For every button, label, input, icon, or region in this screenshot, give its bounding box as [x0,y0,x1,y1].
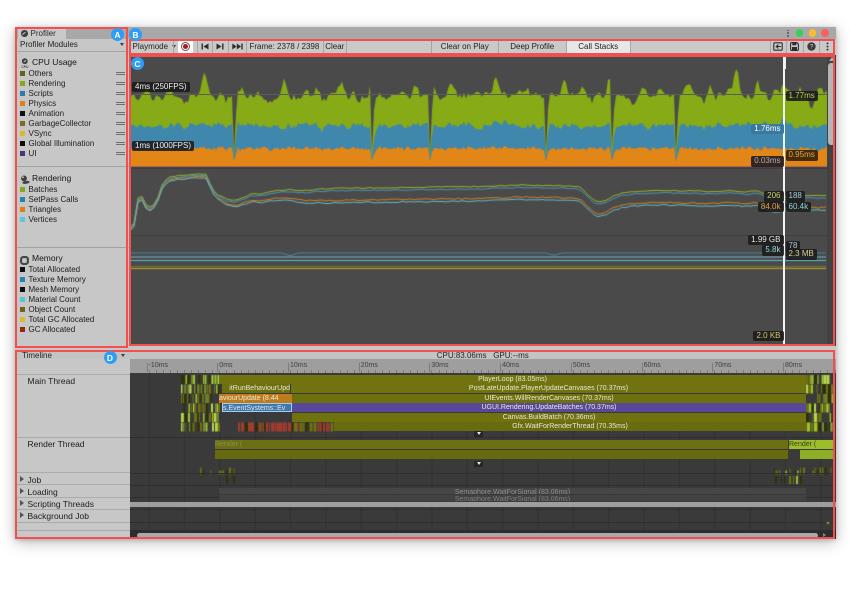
titlebar-kebab-icon[interactable] [787,30,789,38]
badge-letter: D [107,353,113,363]
annotation-badge-D: D [104,351,117,364]
annotation-badge-B: B [129,28,142,41]
profiler-screenshot: Profiler Playmode [0,0,850,604]
annotation-box-A [15,27,128,348]
badge-letter: A [114,30,120,40]
badge-letter: C [134,59,140,69]
annotation-box-B [129,39,835,55]
badge-letter: B [132,30,138,40]
annotation-box-D [15,350,835,539]
annotation-badge-C: C [131,57,144,70]
window-control-minimize[interactable] [796,29,804,37]
window-control-close[interactable] [821,29,829,37]
window-control-zoom[interactable] [809,29,817,37]
annotation-box-C [129,55,835,346]
annotation-badge-A: A [111,28,124,41]
